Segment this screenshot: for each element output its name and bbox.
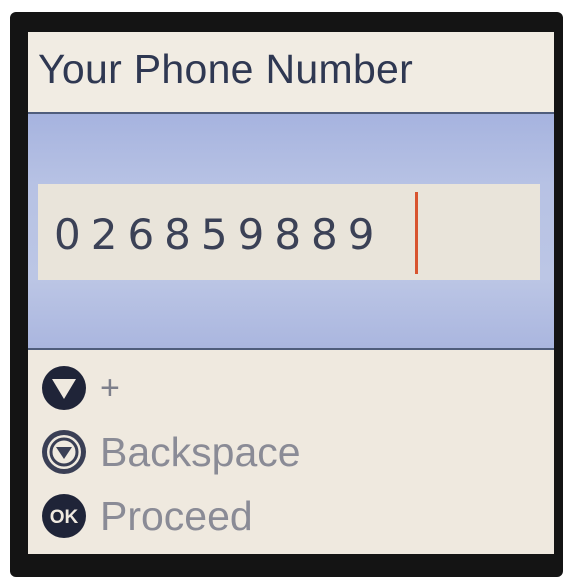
text-cursor (415, 192, 418, 274)
phone-number-input[interactable]: 026859889 (38, 184, 540, 280)
legend-label: Proceed (100, 492, 253, 539)
ok-button-icon: OK (36, 488, 92, 544)
legend-row-backspace: Backspace (36, 424, 301, 480)
legend-label: + (100, 368, 120, 407)
down-ring-button-icon (36, 424, 92, 480)
phone-number-value: 026859889 (54, 210, 385, 259)
legend-row-plus: + (36, 360, 120, 416)
legend-row-proceed: OK Proceed (36, 488, 253, 544)
down-arrow-button-icon (36, 360, 92, 416)
input-band: 026859889 (28, 114, 554, 350)
lcd-screen: Your Phone Number 026859889 + Backspace … (28, 32, 554, 554)
legend-label: Backspace (100, 428, 301, 475)
svg-text:OK: OK (50, 507, 79, 528)
page-title: Your Phone Number (38, 46, 414, 92)
title-bar: Your Phone Number (28, 32, 554, 114)
button-legend: + Backspace OK Proceed (28, 350, 554, 554)
